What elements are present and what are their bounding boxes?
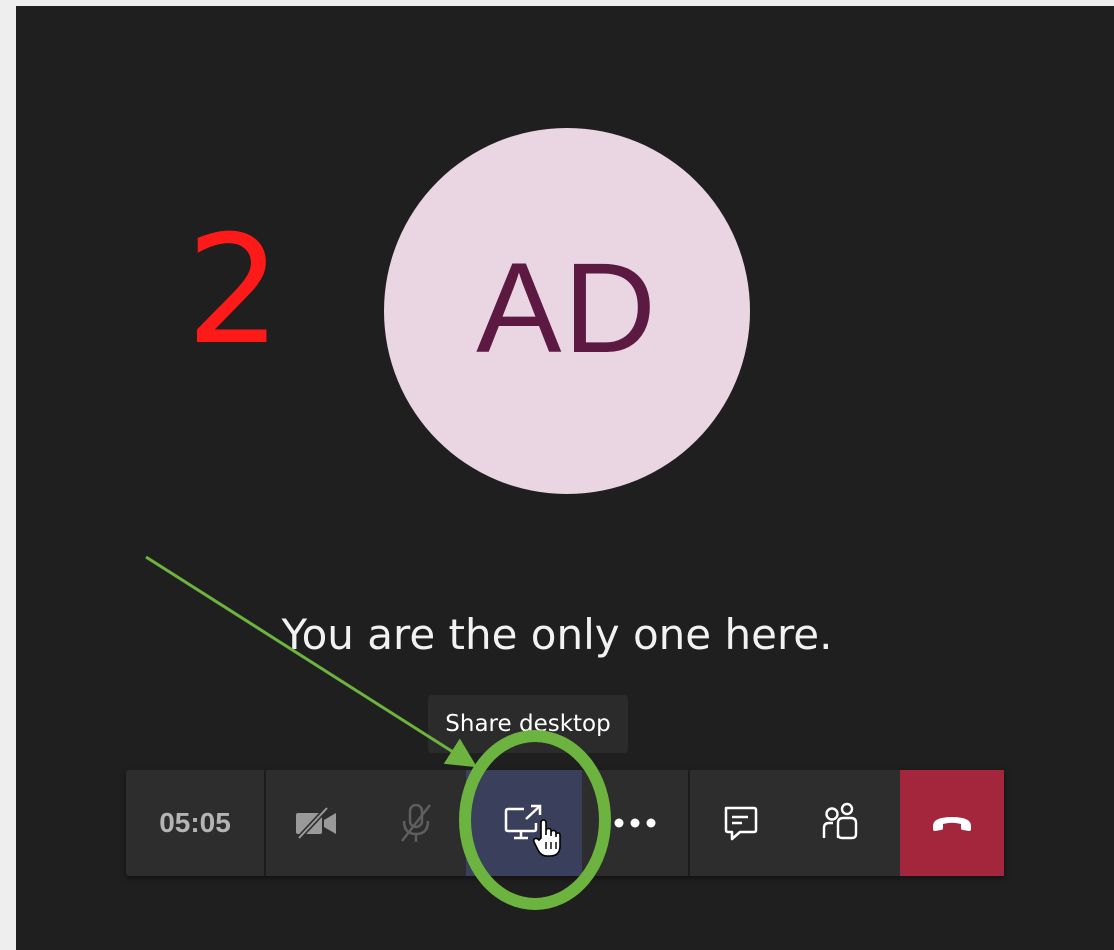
phone-hangup-icon xyxy=(929,812,975,834)
mic-off-icon xyxy=(396,801,436,845)
call-controls-bar: 05:05 xyxy=(126,770,1004,876)
alone-status-message: You are the only one here. xyxy=(281,610,833,659)
avatar-initials: AD xyxy=(476,236,658,380)
hand-cursor-icon xyxy=(532,818,562,858)
video-off-icon xyxy=(293,806,339,840)
mic-toggle-button[interactable] xyxy=(366,770,466,876)
share-desktop-button[interactable] xyxy=(466,770,582,876)
participant-avatar: AD xyxy=(384,128,750,494)
participants-button[interactable] xyxy=(790,770,890,876)
camera-toggle-button[interactable] xyxy=(266,770,366,876)
people-icon xyxy=(819,802,861,844)
ellipsis-icon xyxy=(611,816,659,830)
step-number-annotation: 2 xyxy=(186,204,282,378)
hang-up-button[interactable] xyxy=(900,770,1004,876)
call-timer: 05:05 xyxy=(126,770,266,876)
share-desktop-tooltip: Share desktop xyxy=(428,695,628,753)
chat-icon xyxy=(720,803,760,843)
meeting-stage: 2 AD You are the only one here. Share de… xyxy=(16,6,1114,950)
chat-button[interactable] xyxy=(690,770,790,876)
more-options-button[interactable] xyxy=(582,770,688,876)
